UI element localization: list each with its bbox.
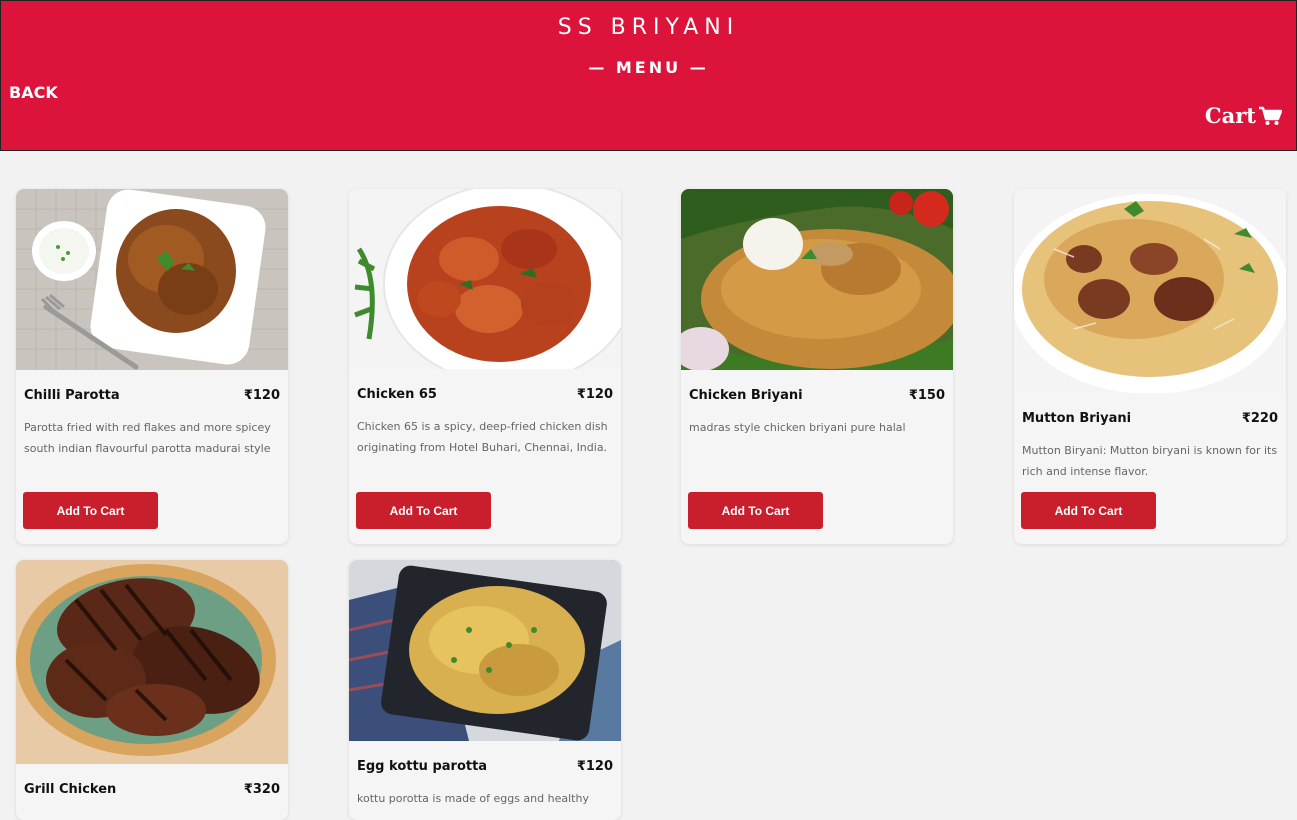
item-price: ₹120	[576, 759, 613, 774]
item-name: Chilli Parotta	[24, 388, 120, 403]
item-price: ₹220	[1241, 411, 1278, 426]
item-description: madras style chicken briyani pure halal	[689, 421, 906, 434]
food-photo-chilli-parotta	[16, 189, 288, 370]
menu-card-mutton-briyani: Mutton Briyani ₹220 Mutton Biryani: Mutt…	[1014, 189, 1286, 544]
item-price: ₹120	[576, 387, 613, 402]
add-to-cart-button[interactable]: Add To Cart	[23, 492, 158, 529]
item-price: ₹120	[243, 388, 280, 403]
food-photo-grill-chicken	[16, 560, 288, 764]
add-to-cart-button[interactable]: Add To Cart	[1021, 492, 1156, 529]
cart-link[interactable]: Cart	[1205, 103, 1282, 128]
item-description: Mutton Biryani: Mutton biryani is known …	[1022, 444, 1278, 478]
cart-label: Cart	[1204, 103, 1256, 128]
add-to-cart-button[interactable]: Add To Cart	[356, 492, 491, 529]
item-name: Chicken 65	[357, 387, 437, 402]
brand-title: SS BRIYANI	[557, 15, 740, 40]
menu-card-grill-chicken: Grill Chicken ₹320	[16, 560, 288, 820]
header-bar: SS BRIYANI — MENU — BACK Cart	[0, 0, 1297, 151]
item-description: Chicken 65 is a spicy, deep-fried chicke…	[357, 420, 608, 454]
food-photo-chicken-briyani	[681, 189, 953, 370]
menu-card-chicken-65: Chicken 65 ₹120 Chicken 65 is a spicy, d…	[349, 189, 621, 544]
food-photo-chicken-65	[349, 189, 621, 369]
food-photo-egg-kottu-parotta	[349, 560, 621, 741]
menu-card-egg-kottu-parotta: Egg kottu parotta ₹120 kottu porotta is …	[349, 560, 621, 820]
menu-heading: — MENU —	[588, 58, 709, 77]
cart-icon	[1259, 106, 1282, 125]
item-name: Egg kottu parotta	[357, 759, 488, 774]
item-name: Mutton Briyani	[1022, 411, 1132, 426]
item-price: ₹150	[908, 388, 945, 403]
food-photo-mutton-briyani	[1014, 189, 1286, 393]
back-link[interactable]: BACK	[9, 83, 58, 102]
menu-card-chicken-briyani: Chicken Briyani ₹150 madras style chicke…	[681, 189, 953, 544]
item-price: ₹320	[243, 782, 280, 797]
menu-card-chilli-parotta: Chilli Parotta ₹120 Parotta fried with r…	[16, 189, 288, 544]
item-name: Grill Chicken	[24, 782, 117, 797]
item-description: kottu porotta is made of eggs and health…	[357, 792, 589, 805]
item-description: Parotta fried with red flakes and more s…	[24, 421, 271, 455]
item-name: Chicken Briyani	[689, 388, 803, 403]
add-to-cart-button[interactable]: Add To Cart	[688, 492, 823, 529]
